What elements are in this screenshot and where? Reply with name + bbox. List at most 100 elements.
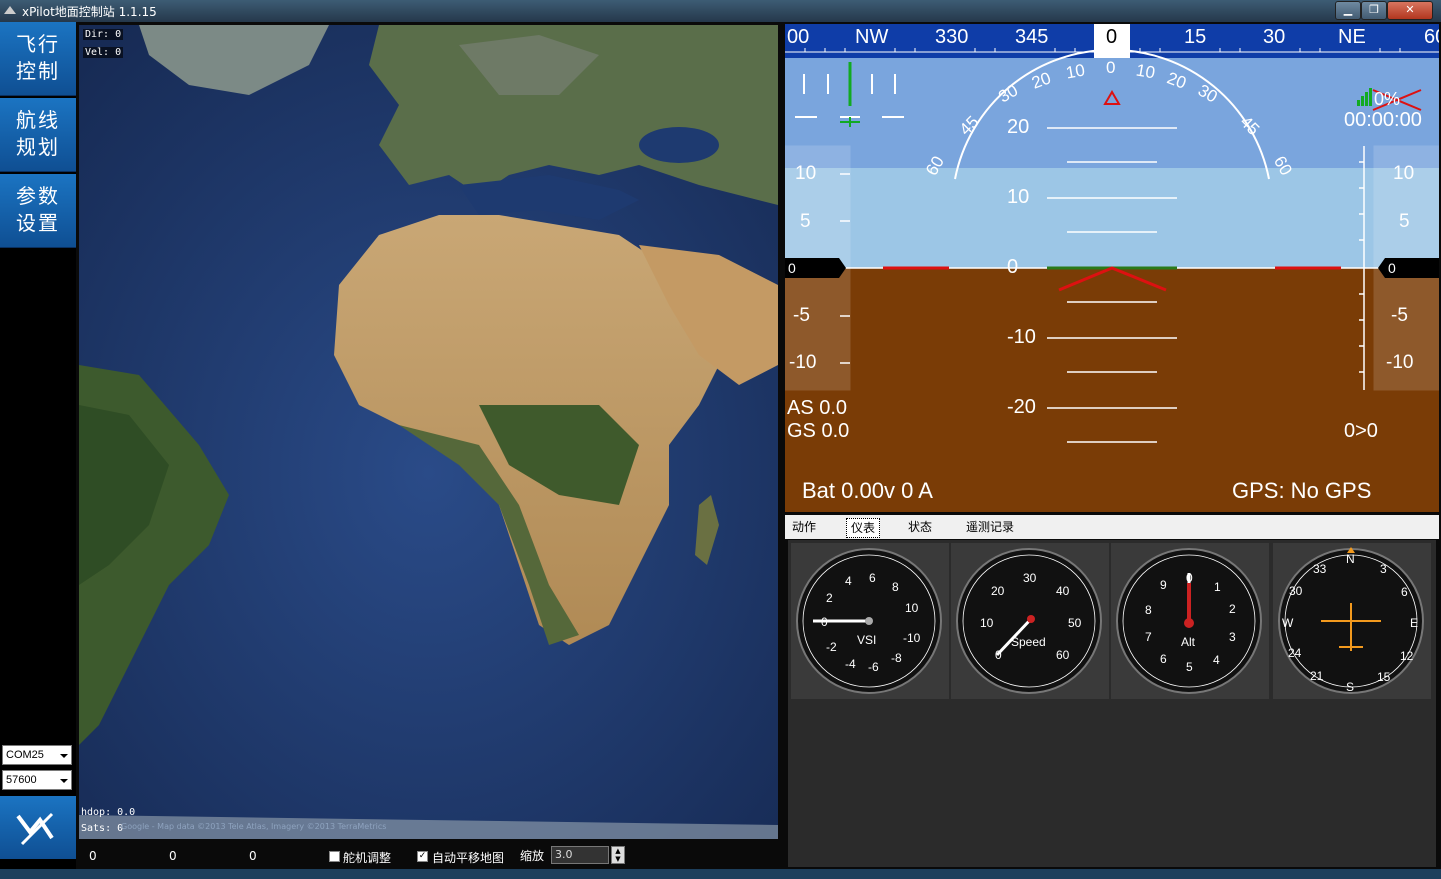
nav-label-line1: 参数 xyxy=(16,184,60,208)
heading-label: 330 xyxy=(935,26,969,48)
instrument-tabs: 动作 仪表 状态 遥测记录 xyxy=(785,515,1439,539)
alt-tick: 8 xyxy=(1145,603,1152,617)
com-port-select[interactable]: COM25 xyxy=(2,745,72,765)
nav-label-line1: 飞行 xyxy=(16,32,60,56)
alt-tape-tick: -5 xyxy=(1391,305,1408,326)
heading-label: 00 xyxy=(787,26,810,48)
roll-label: 10 xyxy=(1064,60,1087,83)
speed-tick: 10 xyxy=(980,616,994,630)
auto-pan-checkbox[interactable]: ✓ xyxy=(417,851,428,862)
tab-instruments[interactable]: 仪表 xyxy=(846,518,881,538)
pitch-label: 20 xyxy=(1007,116,1030,138)
speed-tick: 40 xyxy=(1056,584,1070,598)
map-status-bar: 0 0 0 舵机调整 ✓ 自动平移地图 缩放 3.0 ▲ ▼ xyxy=(79,841,778,869)
speed-tick: 60 xyxy=(1056,648,1070,662)
vsi-tick: 4 xyxy=(845,574,852,588)
alt-tick: 9 xyxy=(1160,578,1167,592)
zoom-input[interactable]: 3.0 xyxy=(551,846,609,864)
alt-label: Alt xyxy=(1181,635,1196,649)
chevron-down-icon xyxy=(60,779,68,783)
compass-tick: 30 xyxy=(1289,584,1303,598)
compass-tick: 3 xyxy=(1380,562,1387,576)
app-icon xyxy=(4,6,16,14)
zoom-stepper[interactable]: ▲ ▼ xyxy=(611,846,625,864)
compass-dial xyxy=(1278,547,1424,694)
heading-label: NW xyxy=(855,26,889,48)
hud-graphics xyxy=(785,24,1439,512)
sidebar-item-flight-control[interactable]: 飞行 控制 xyxy=(0,22,76,96)
speed-value: 0 xyxy=(788,260,796,276)
vsi-tick: 8 xyxy=(892,580,899,594)
vsi-tick: -2 xyxy=(826,640,837,654)
vsi-tick: -6 xyxy=(868,660,879,674)
window-title: xPilot地面控制站 1.1.15 xyxy=(22,5,157,19)
nav-label-line2: 规划 xyxy=(16,135,60,159)
satellite-map[interactable]: Dir: 0 Vel: 0 hdop: 0.0 Sats: 0 Google -… xyxy=(79,25,778,839)
map-direction-readout: Dir: 0 xyxy=(83,29,124,40)
alt-tick: 6 xyxy=(1160,652,1167,666)
roll-label: 10 xyxy=(1134,60,1157,83)
map-hdop-readout: hdop: 0.0 xyxy=(81,807,136,818)
speed-tape-tick: 10 xyxy=(795,163,817,184)
pitch-label: 10 xyxy=(1007,186,1030,208)
map-velocity-readout: Vel: 0 xyxy=(83,47,124,58)
nav-label-line2: 设置 xyxy=(16,211,60,235)
tab-status[interactable]: 状态 xyxy=(908,518,932,536)
nav-label-line1: 航线 xyxy=(16,108,60,132)
pitch-label: -10 xyxy=(1007,326,1036,348)
alt-tick: 4 xyxy=(1213,653,1220,667)
map-attribution: Google - Map data ©2013 Tele Atlas, Imag… xyxy=(121,822,387,831)
baud-rate-select[interactable]: 57600 xyxy=(2,770,72,790)
alt-tape-tick: 5 xyxy=(1399,211,1410,232)
altitude-dial xyxy=(1116,548,1262,694)
speed-dial xyxy=(956,548,1102,694)
waypoint-readout: 0>0 xyxy=(1344,420,1378,442)
servo-adjust-checkbox[interactable] xyxy=(329,851,340,862)
speed-tape-tick: -5 xyxy=(793,305,810,326)
speed-tick: 20 xyxy=(991,584,1005,598)
chevron-down-icon xyxy=(60,754,68,758)
heading-label: 30 xyxy=(1263,26,1286,48)
alt-tick: 0 xyxy=(1186,571,1193,585)
sidebar-item-route-planning[interactable]: 航线 规划 xyxy=(0,98,76,172)
heading-label: 60 xyxy=(1424,26,1439,48)
status-value-2: 0 xyxy=(169,849,177,863)
close-button[interactable]: ✕ xyxy=(1387,1,1433,20)
pitch-label: 0 xyxy=(1007,256,1019,278)
vsi-tick: 6 xyxy=(869,571,876,585)
baud-rate-value: 57600 xyxy=(6,774,37,786)
alt-tick: 5 xyxy=(1186,660,1193,674)
heading-label: 15 xyxy=(1184,26,1207,48)
vsi-dial xyxy=(796,548,942,694)
sidebar: 飞行 控制 航线 规划 参数 设置 COM25 57600 xyxy=(0,22,76,879)
map-imagery xyxy=(79,25,778,839)
maximize-button[interactable]: ❐ xyxy=(1361,1,1387,20)
sidebar-item-parameter-settings[interactable]: 参数 设置 xyxy=(0,174,76,248)
vsi-tick: 10 xyxy=(905,601,919,615)
compass-tick: E xyxy=(1410,616,1419,630)
gauge-panel: 4 6 8 2 10 0 -10 -2 -4 -6 -8 VSI 20 30 4… xyxy=(788,540,1436,867)
battery-readout: Bat 0.00v 0 A xyxy=(802,478,933,503)
heading-label: NE xyxy=(1338,26,1366,48)
compass-tick: 33 xyxy=(1313,562,1327,576)
compass-tick: 21 xyxy=(1310,669,1324,683)
compass-tick: S xyxy=(1346,680,1355,694)
status-value-1: 0 xyxy=(89,849,97,863)
speed-label: Speed xyxy=(1011,635,1046,649)
minimize-button[interactable]: ▁ xyxy=(1335,1,1361,20)
tab-actions[interactable]: 动作 xyxy=(792,518,816,536)
tab-telemetry-log[interactable]: 遥测记录 xyxy=(966,518,1014,536)
vsi-tick: 2 xyxy=(826,591,833,605)
speed-gauge: 20 30 40 10 50 0 60 Speed xyxy=(951,543,1109,699)
alt-tape-tick: -10 xyxy=(1386,352,1414,373)
groundspeed-readout: GS 0.0 xyxy=(787,420,850,442)
connect-logo-icon xyxy=(16,812,54,846)
alt-tick: 1 xyxy=(1214,580,1221,594)
connect-button[interactable] xyxy=(0,796,76,859)
compass-tick: 12 xyxy=(1400,649,1414,663)
com-port-value: COM25 xyxy=(6,749,44,761)
flight-timer: 00:00:00 xyxy=(1344,109,1422,131)
title-bar[interactable]: xPilot地面控制站 1.1.15 ▁ ❐ ✕ xyxy=(0,0,1441,22)
compass-gauge: N 3 6 E 12 15 S 21 24 W 30 33 xyxy=(1273,543,1431,699)
compass-tick: 24 xyxy=(1288,646,1302,660)
